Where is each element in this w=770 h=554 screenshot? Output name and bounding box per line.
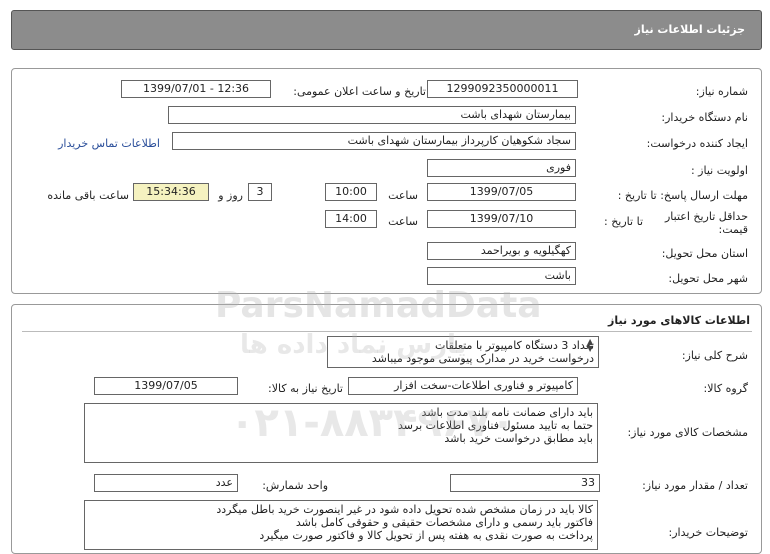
goods-section-title: اطلاعات کالاهای مورد نیاز: [608, 314, 750, 327]
city-label: شهر محل تحویل:: [668, 272, 748, 285]
buyer-notes-line: کالا باید در زمان مشخص شده تحویل داده شو…: [216, 503, 593, 516]
description-line: تعداد 3 دستگاه کامپیوتر با متعلقات: [435, 339, 594, 352]
description-line: درخواست خرید در مدارک پیوستی موجود میباش…: [371, 352, 594, 365]
remaining-time-label: ساعت باقی مانده: [47, 189, 129, 202]
requester-label: ایجاد کننده درخواست:: [646, 137, 748, 150]
remaining-time-field: 15:34:36: [133, 183, 209, 201]
requester-field: سجاد شکوهیان کارپرداز بیمارستان شهدای با…: [172, 132, 576, 150]
unit-label: واحد شمارش:: [262, 479, 328, 492]
buyer-contact-link[interactable]: اطلاعات تماس خریدار: [58, 137, 160, 150]
priority-field: فوری: [427, 159, 576, 177]
deadline-label: مهلت ارسال پاسخ: تا تاریخ :: [617, 189, 748, 202]
validity-label: حداقل تاریخ اعتبار قیمت:: [664, 210, 748, 236]
page-header: جزئیات اطلاعات نیاز: [11, 10, 762, 50]
scroll-arrows-icon[interactable]: ▲ ▼: [587, 338, 593, 353]
specs-line: باید مطابق درخواست خرید باشد: [444, 432, 593, 445]
deadline-time-label: ساعت: [388, 189, 418, 202]
priority-label: اولویت نیاز :: [690, 164, 748, 177]
province-label: استان محل تحویل:: [661, 247, 748, 260]
goods-section-divider: [22, 331, 752, 332]
validity-to-label: تا تاریخ :: [604, 215, 643, 228]
validity-time-label: ساعت: [388, 215, 418, 228]
goods-group-field: کامپیوتر و فناوری اطلاعات-سخت افزار: [348, 377, 578, 395]
specs-field: باید دارای ضمانت نامه بلند مدت باشد حتما…: [84, 403, 598, 463]
specs-label: مشخصات کالای مورد نیاز:: [627, 426, 748, 439]
announce-datetime-field: 1399/07/01 - 12:36: [121, 80, 271, 98]
days-label: روز و: [218, 189, 243, 202]
deadline-time-field: 10:00: [325, 183, 377, 201]
buyer-notes-line: فاکتور باید رسمی و دارای مشخصات حقیقی و …: [295, 516, 593, 529]
days-remaining-field: 3: [248, 183, 272, 201]
city-field: باشت: [427, 267, 576, 285]
quantity-field: 33: [450, 474, 600, 492]
deadline-date-field: 1399/07/05: [427, 183, 576, 201]
need-date-label: تاریخ نیاز به کالا:: [268, 382, 343, 395]
buyer-notes-line: پرداخت به صورت نقدی به هفته پس از تحویل …: [259, 529, 593, 542]
need-info-panel: [11, 68, 762, 294]
goods-group-label: گروه کالا:: [703, 382, 748, 395]
description-label: شرح کلی نیاز:: [681, 349, 748, 362]
buyer-notes-label: توضیحات خریدار:: [668, 526, 749, 539]
province-field: کهگیلویه و بویراحمد: [427, 242, 576, 260]
unit-field: عدد: [94, 474, 238, 492]
need-date-field: 1399/07/05: [94, 377, 238, 395]
description-field: تعداد 3 دستگاه کامپیوتر با متعلقات درخوا…: [327, 336, 599, 368]
need-number-label: شماره نیاز:: [695, 85, 748, 98]
buyer-org-field: بیمارستان شهدای باشت: [168, 106, 576, 124]
need-number-field: 1299092350000011: [427, 80, 578, 98]
quantity-label: تعداد / مقدار مورد نیاز:: [642, 479, 748, 492]
page-title: جزئیات اطلاعات نیاز: [634, 23, 746, 36]
buyer-notes-field: کالا باید در زمان مشخص شده تحویل داده شو…: [84, 500, 598, 550]
specs-line: باید دارای ضمانت نامه بلند مدت باشد: [421, 406, 594, 419]
buyer-org-label: نام دستگاه خریدار:: [661, 111, 748, 124]
specs-line: حتما به تایید مسئول فناوری اطلاعات برسد: [398, 419, 593, 432]
validity-time-field: 14:00: [325, 210, 377, 228]
announce-datetime-label: تاریخ و ساعت اعلان عمومی:: [293, 85, 426, 98]
validity-date-field: 1399/07/10: [427, 210, 576, 228]
